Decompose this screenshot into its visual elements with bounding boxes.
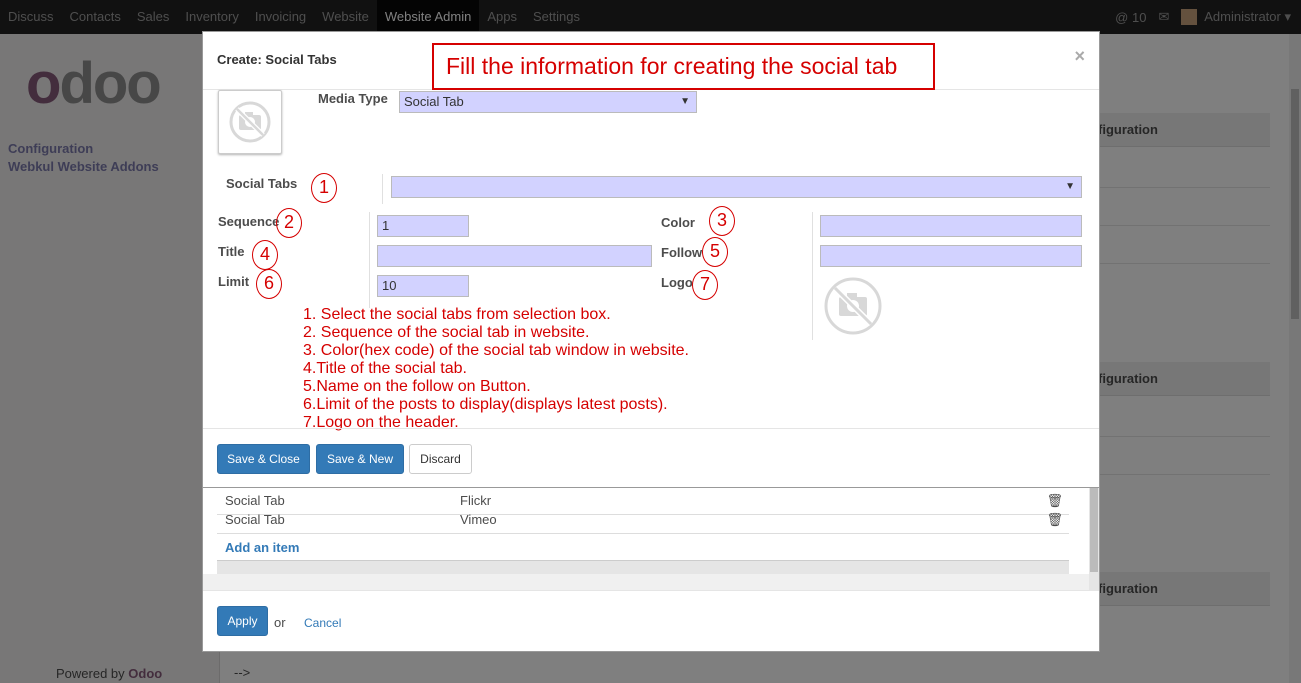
caret-down-icon: ▼ (680, 96, 690, 107)
camera-off-icon (229, 101, 271, 143)
title-input[interactable] (377, 245, 652, 267)
note-line: 1. Select the social tabs from selection… (303, 306, 611, 323)
color-input[interactable] (820, 215, 1082, 237)
row-type: Social Tab (225, 493, 285, 508)
annotation-number: 3 (709, 206, 735, 236)
callout-annotation: Fill the information for creating the so… (432, 43, 935, 90)
table-row[interactable]: Social Tab Vimeo 🗑 (217, 507, 1069, 534)
or-text: or (274, 615, 286, 630)
note-line: 4.Title of the social tab. (303, 360, 467, 377)
close-icon[interactable]: × (1074, 46, 1085, 67)
save-new-button[interactable]: Save & New (316, 444, 404, 474)
sequence-input[interactable]: 1 (377, 215, 469, 237)
divider (812, 212, 813, 340)
social-tabs-label: Social Tabs (226, 176, 298, 191)
discard-button[interactable]: Discard (409, 444, 472, 474)
media-type-select[interactable]: Social Tab ▼ (399, 91, 697, 113)
cancel-link[interactable]: Cancel (304, 616, 341, 630)
note-line: 3. Color(hex code) of the social tab win… (303, 342, 689, 359)
row-type: Social Tab (225, 512, 285, 527)
add-item-link[interactable]: Add an item (225, 540, 299, 555)
logo-image[interactable] (823, 276, 883, 339)
annotation-number: 5 (702, 237, 728, 267)
media-image[interactable] (218, 90, 282, 154)
limit-input[interactable]: 10 (377, 275, 469, 297)
row-name: Vimeo (460, 512, 497, 527)
caret-down-icon: ▼ (1065, 181, 1075, 192)
outer-dialog: Social Tab Flickr 🗑 Social Tab Vimeo 🗑 A… (202, 488, 1100, 652)
color-label: Color (661, 215, 695, 230)
annotation-notes: 1. Select the social tabs from selection… (303, 306, 689, 432)
camera-off-icon (824, 277, 882, 335)
list-footer (217, 560, 1069, 574)
annotation-number: 6 (256, 269, 282, 299)
sequence-label: Sequence (218, 214, 280, 229)
annotation-number: 2 (276, 208, 302, 238)
save-close-button[interactable]: Save & Close (217, 444, 310, 474)
title-label: Title (218, 244, 245, 259)
limit-label: Limit (218, 274, 250, 289)
create-social-tabs-dialog: Create: Social Tabs × Fill the informati… (202, 31, 1100, 488)
divider (203, 590, 1099, 591)
scrollbar-thumb[interactable] (1090, 488, 1098, 572)
dialog-title: Create: Social Tabs (217, 52, 337, 67)
horizontal-scroll-area (203, 574, 1099, 590)
note-line: 2. Sequence of the social tab in website… (303, 324, 590, 341)
divider (369, 212, 370, 308)
follow-input[interactable] (820, 245, 1082, 267)
annotation-number: 1 (311, 173, 337, 203)
trash-icon[interactable]: 🗑 (1046, 512, 1063, 528)
follow-label: Follow (661, 245, 703, 260)
note-line: 6.Limit of the posts to display(displays… (303, 396, 668, 413)
logo-label: Logo (661, 275, 693, 290)
apply-button[interactable]: Apply (217, 606, 268, 636)
divider (382, 174, 383, 204)
row-name: Flickr (460, 493, 492, 508)
dialog-footer: Save & Close Save & New Discard (203, 428, 1099, 488)
note-line: 5.Name on the follow on Button. (303, 378, 531, 395)
annotation-number: 7 (692, 270, 718, 300)
social-tabs-select[interactable]: ▼ (391, 176, 1082, 198)
media-type-label: Media Type (318, 91, 388, 106)
annotation-number: 4 (252, 240, 278, 270)
list-scrollbar[interactable] (1089, 488, 1099, 590)
